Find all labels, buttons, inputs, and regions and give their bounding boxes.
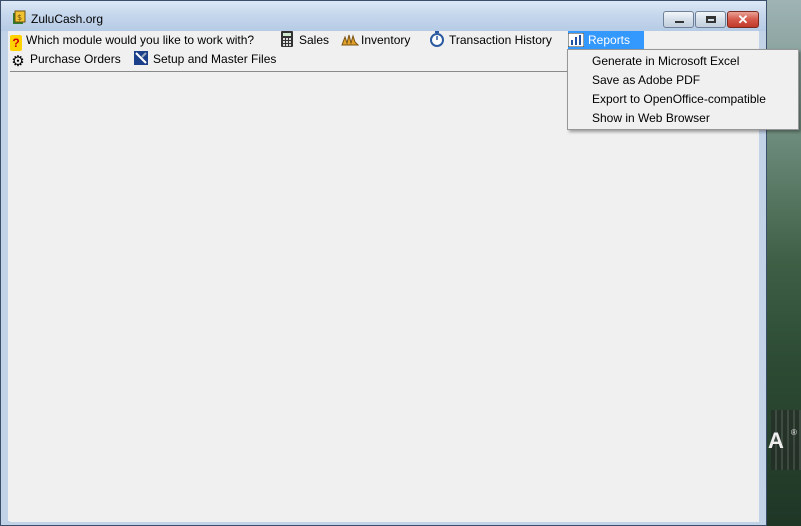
- app-icon: $: [11, 10, 27, 26]
- menu-reports-label: Reports: [588, 33, 631, 47]
- setup-icon: [133, 50, 149, 66]
- menu-item-web-browser[interactable]: Show in Web Browser: [592, 109, 710, 128]
- hands-icon: [341, 31, 360, 47]
- minimize-icon: [675, 21, 684, 23]
- menu-reports[interactable]: Reports: [567, 31, 644, 50]
- gear-icon: ⚙: [11, 53, 25, 70]
- menu-sales-label: Sales: [299, 33, 330, 47]
- menu-question: ? Which module would you like to work wit…: [10, 31, 255, 51]
- menu-item-excel[interactable]: Generate in Microsoft Excel: [592, 52, 739, 71]
- calculator-icon: [279, 31, 295, 47]
- stopwatch-icon: [429, 31, 445, 47]
- desktop-logo-text: A: [768, 428, 784, 453]
- menu-transaction-history-label: Transaction History: [449, 33, 552, 47]
- maximize-icon: [706, 16, 716, 23]
- question-icon: ?: [10, 35, 22, 51]
- menu-inventory-label: Inventory: [361, 33, 411, 47]
- menu-purchase-orders-label: Purchase Orders: [30, 52, 121, 66]
- maximize-button[interactable]: [695, 11, 726, 28]
- chart-icon: [567, 32, 585, 49]
- close-button[interactable]: ✕: [727, 11, 759, 28]
- menu-item-pdf[interactable]: Save as Adobe PDF: [592, 71, 700, 90]
- close-icon: ✕: [737, 12, 749, 27]
- main-content-area: [10, 71, 759, 522]
- menu-setup[interactable]: Setup and Master Files: [133, 50, 276, 69]
- menu-sales[interactable]: Sales: [279, 31, 329, 50]
- menu-inventory[interactable]: Inventory: [341, 31, 410, 50]
- title-bar[interactable]: $ ZuluCash.org ✕: [1, 1, 766, 31]
- menu-purchase-orders[interactable]: ⚙ Purchase Orders: [10, 50, 121, 70]
- menu-item-openoffice[interactable]: Export to OpenOffice-compatible: [592, 90, 766, 109]
- svg-text:$: $: [17, 13, 22, 22]
- minimize-button[interactable]: [663, 11, 694, 28]
- desktop-registered-mark: ®: [791, 428, 797, 437]
- menu-transaction-history[interactable]: Transaction History: [429, 31, 552, 50]
- menu-question-label: Which module would you like to work with…: [26, 33, 255, 47]
- reports-dropdown-menu: Generate in Microsoft Excel Save as Adob…: [567, 49, 799, 130]
- window-title: ZuluCash.org: [31, 12, 104, 26]
- menu-setup-label: Setup and Master Files: [153, 52, 277, 66]
